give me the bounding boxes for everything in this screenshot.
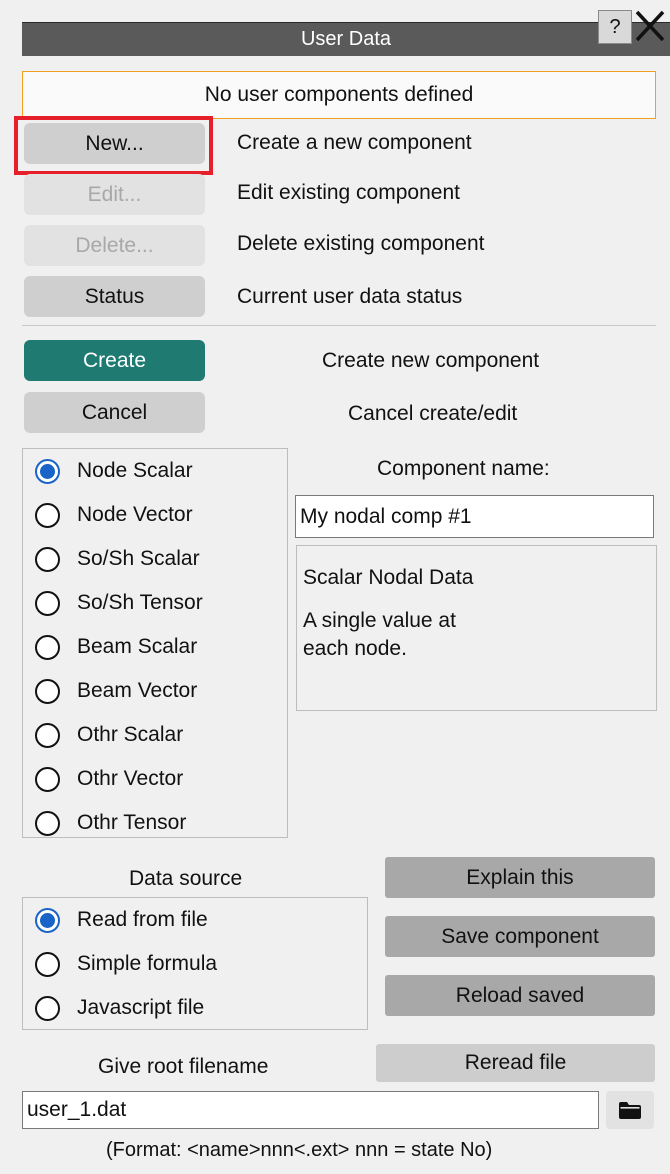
radio-label: Node Vector	[77, 503, 193, 526]
radio-read-from-file[interactable]: Read from file	[35, 898, 355, 942]
cancel-description: Cancel create/edit	[348, 402, 518, 425]
description-title: Scalar Nodal Data	[303, 566, 474, 589]
radio-node-scalar[interactable]: Node Scalar	[35, 449, 285, 493]
radio-label: Beam Vector	[77, 679, 198, 702]
radio-button[interactable]	[35, 634, 60, 660]
delete-description: Delete existing component	[237, 232, 485, 255]
radio-button[interactable]	[35, 502, 60, 528]
window-title-bar: User Data	[22, 22, 670, 56]
reload-saved-button[interactable]: Reload saved	[385, 975, 655, 1016]
radio-beam-vector[interactable]: Beam Vector	[35, 669, 285, 713]
radio-label: Simple formula	[77, 952, 218, 975]
help-icon: ?	[609, 15, 621, 38]
component-name-input[interactable]: My nodal comp #1	[295, 495, 654, 538]
cancel-button-label: Cancel	[81, 400, 148, 424]
delete-button[interactable]: Delete...	[24, 225, 205, 266]
close-icon	[635, 10, 665, 42]
status-button-label: Status	[84, 284, 145, 308]
reread-file-button[interactable]: Reread file	[376, 1044, 655, 1082]
create-button-label: Create	[82, 348, 147, 372]
explain-this-label: Explain this	[466, 865, 574, 889]
create-button[interactable]: Create	[24, 340, 205, 381]
component-name-label: Component name:	[377, 457, 550, 480]
root-filename-label: Give root filename	[98, 1055, 269, 1078]
radio-button-checked[interactable]	[35, 907, 60, 933]
radio-label: Othr Scalar	[77, 723, 184, 746]
help-button[interactable]: ?	[598, 10, 632, 44]
radio-label: So/Sh Tensor	[77, 591, 203, 614]
radio-label: Read from file	[77, 908, 208, 931]
description-line-2: each node.	[303, 637, 407, 660]
component-name-value: My nodal comp #1	[300, 504, 472, 528]
radio-label: Beam Scalar	[77, 635, 198, 658]
radio-label: Othr Vector	[77, 767, 184, 790]
section-divider	[22, 325, 656, 326]
component-type-list: Node Scalar Node Vector So/Sh Scalar So/…	[35, 449, 285, 845]
component-description-box: Scalar Nodal Data A single value at each…	[296, 545, 657, 711]
edit-button[interactable]: Edit...	[24, 174, 205, 215]
radio-othr-tensor[interactable]: Othr Tensor	[35, 801, 285, 845]
status-banner: No user components defined	[22, 71, 656, 119]
format-hint: (Format: <name>nnn<.ext> nnn = state No)	[106, 1139, 493, 1161]
radio-label: Othr Tensor	[77, 811, 187, 834]
close-button[interactable]	[632, 4, 668, 48]
status-banner-text: No user components defined	[204, 83, 474, 106]
data-source-list: Read from file Simple formula Javascript…	[35, 898, 355, 1030]
radio-sosh-scalar[interactable]: So/Sh Scalar	[35, 537, 285, 581]
filename-value: user_1.dat	[27, 1098, 127, 1121]
status-description: Current user data status	[237, 285, 463, 308]
radio-button[interactable]	[35, 590, 60, 616]
save-component-label: Save component	[441, 924, 599, 948]
browse-folder-button[interactable]	[606, 1091, 654, 1129]
radio-button[interactable]	[35, 995, 60, 1021]
radio-sosh-tensor[interactable]: So/Sh Tensor	[35, 581, 285, 625]
reload-saved-label: Reload saved	[455, 983, 585, 1007]
radio-button[interactable]	[35, 722, 60, 748]
highlight-box	[14, 116, 213, 175]
radio-othr-scalar[interactable]: Othr Scalar	[35, 713, 285, 757]
radio-button-checked[interactable]	[35, 458, 60, 484]
status-button[interactable]: Status	[24, 276, 205, 317]
description-line-1: A single value at	[303, 609, 456, 632]
radio-button[interactable]	[35, 678, 60, 704]
reread-file-label: Reread file	[464, 1051, 567, 1074]
radio-beam-scalar[interactable]: Beam Scalar	[35, 625, 285, 669]
radio-javascript-file[interactable]: Javascript file	[35, 986, 355, 1030]
folder-icon	[619, 1102, 641, 1119]
window-title: User Data	[300, 28, 392, 50]
data-source-label: Data source	[129, 867, 243, 890]
radio-button[interactable]	[35, 546, 60, 572]
edit-description: Edit existing component	[237, 181, 460, 204]
radio-button[interactable]	[35, 810, 60, 836]
cancel-button[interactable]: Cancel	[24, 392, 205, 433]
radio-label: Javascript file	[77, 996, 205, 1019]
create-description: Create new component	[322, 349, 540, 372]
delete-button-label: Delete...	[75, 233, 154, 257]
radio-button[interactable]	[35, 951, 60, 977]
radio-simple-formula[interactable]: Simple formula	[35, 942, 355, 986]
filename-input[interactable]: user_1.dat	[22, 1091, 599, 1129]
explain-this-button[interactable]: Explain this	[385, 857, 655, 898]
edit-button-label: Edit...	[87, 182, 142, 206]
new-description: Create a new component	[237, 131, 472, 154]
radio-button[interactable]	[35, 766, 60, 792]
save-component-button[interactable]: Save component	[385, 916, 655, 957]
radio-othr-vector[interactable]: Othr Vector	[35, 757, 285, 801]
radio-label: So/Sh Scalar	[77, 547, 200, 570]
radio-node-vector[interactable]: Node Vector	[35, 493, 285, 537]
radio-label: Node Scalar	[77, 459, 193, 482]
